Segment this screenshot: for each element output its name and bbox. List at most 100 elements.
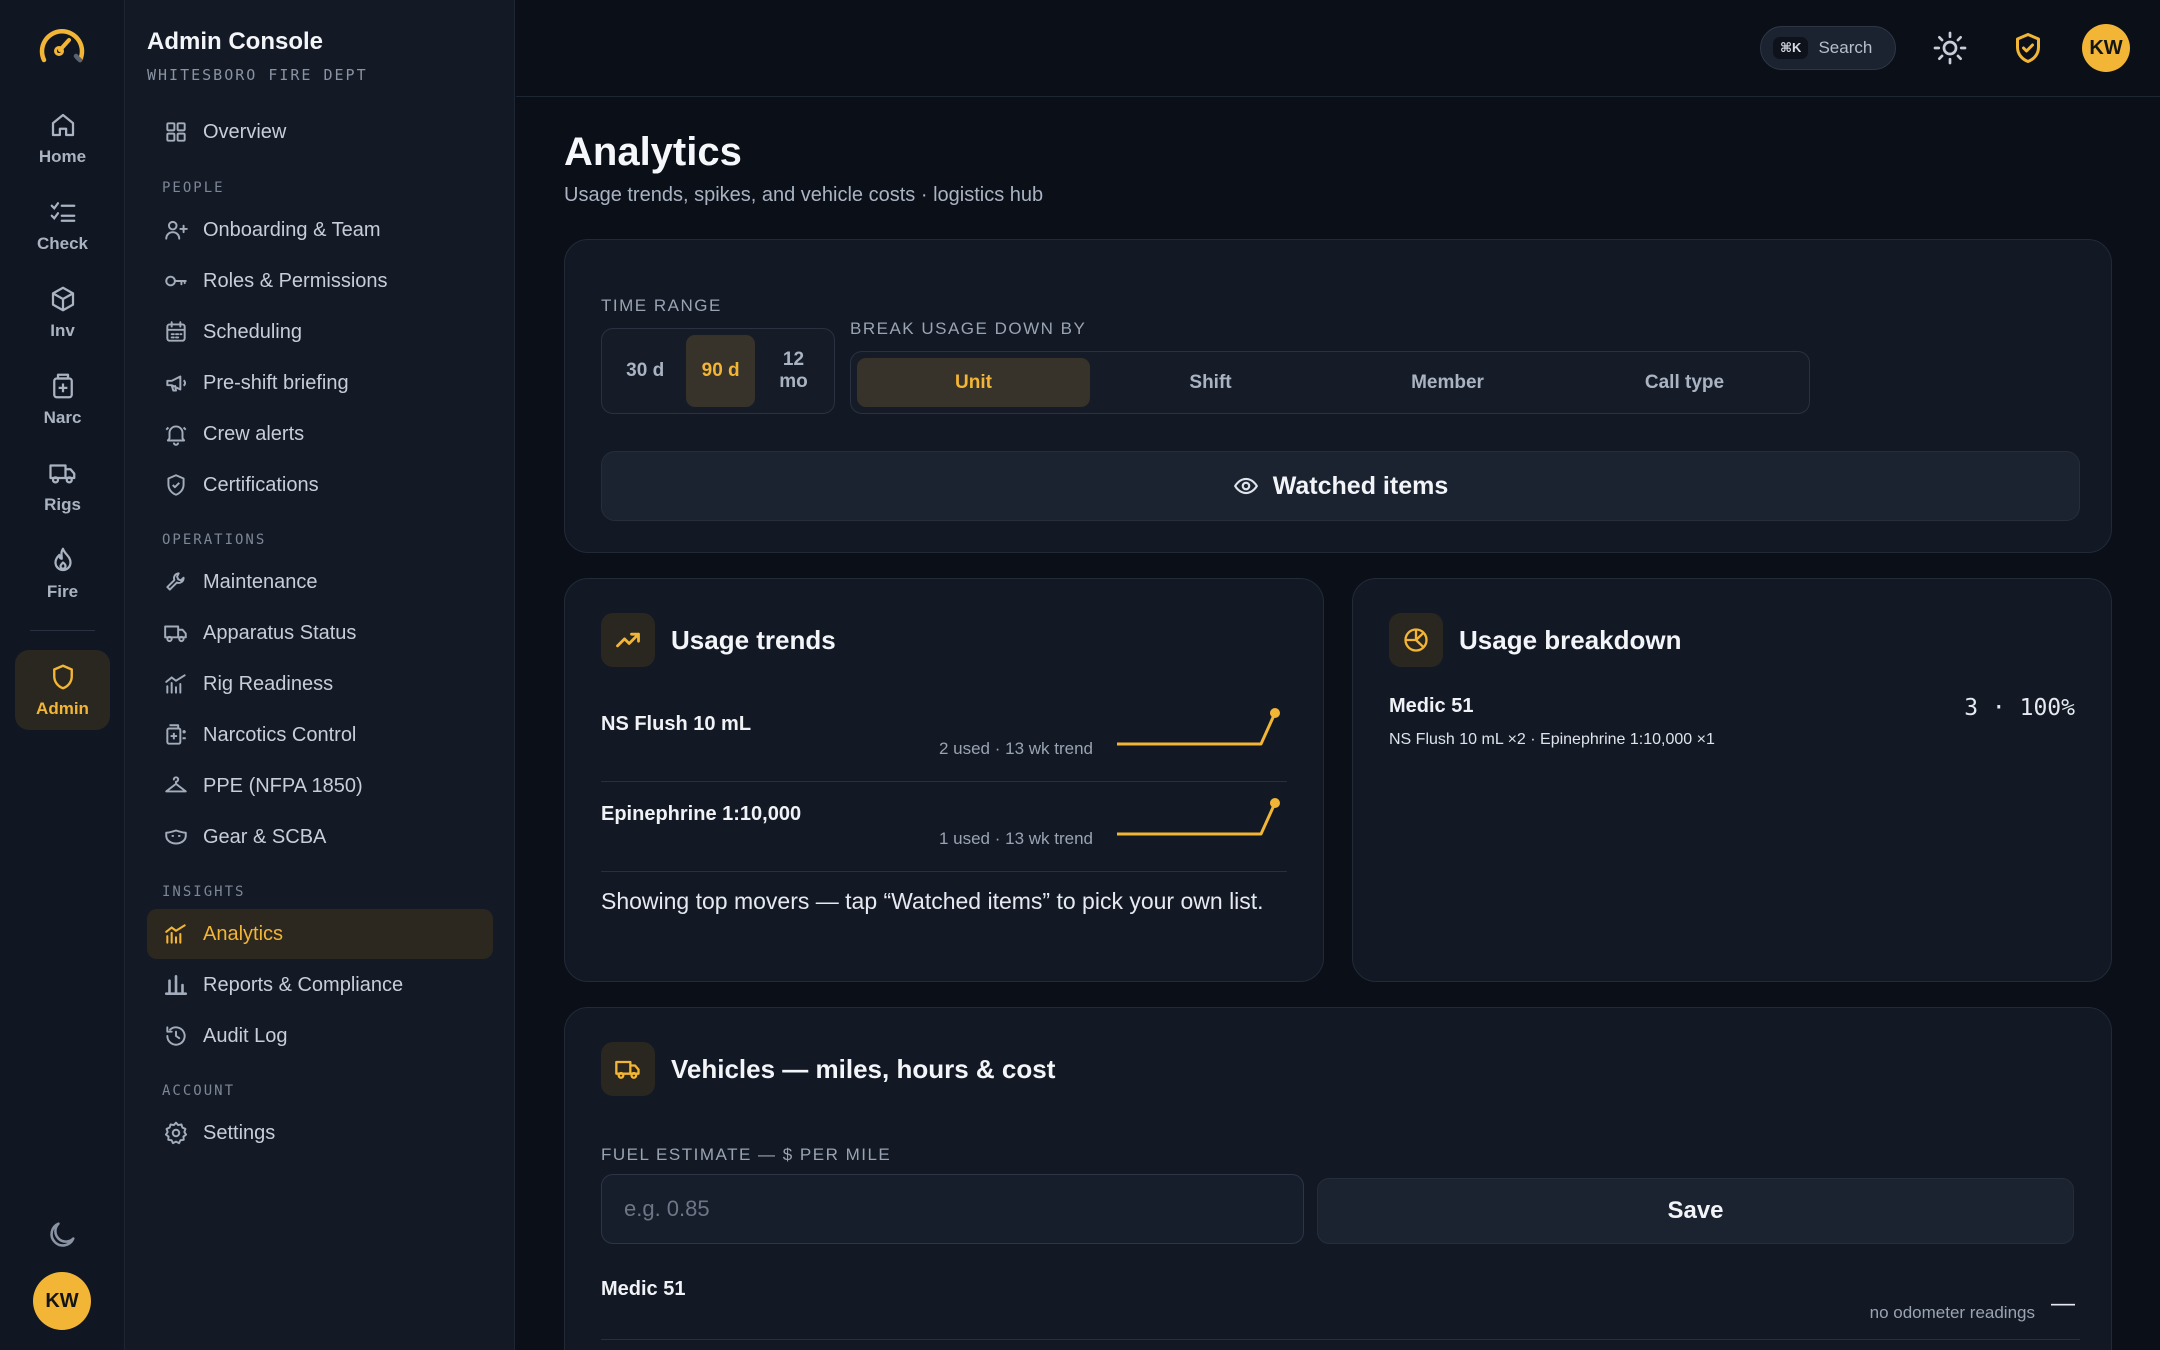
- calendar-icon: [166, 321, 186, 342]
- bar-chart-icon: [164, 975, 188, 995]
- hanger-icon: [165, 776, 187, 793]
- sidebar-item-label: Pre-shift briefing: [203, 371, 349, 394]
- rail-item-narc[interactable]: Narc: [15, 359, 110, 439]
- rail-item-fire[interactable]: Fire: [15, 533, 110, 613]
- key-icon: [165, 275, 187, 287]
- sidebar-item-label: Reports & Compliance: [203, 973, 404, 996]
- avatar[interactable]: KW: [2082, 24, 2130, 72]
- icon-rail: Home Check Inv Narc Rigs Fire Admin KW: [0, 0, 125, 1350]
- usage-breakdown-card: Usage breakdown Medic 51 NS Flush 10 mL …: [1352, 578, 2112, 982]
- save-button[interactable]: Save: [1317, 1178, 2074, 1244]
- sidebar-item-label: PPE (NFPA 1850): [203, 774, 363, 797]
- avatar[interactable]: KW: [33, 1272, 91, 1330]
- top-bar: ⌘K Search KW: [516, 0, 2160, 97]
- sidebar-item-label: Maintenance: [203, 570, 318, 593]
- sidebar-item-preshift[interactable]: Pre-shift briefing: [147, 358, 493, 408]
- rail-label: Admin: [36, 698, 89, 718]
- pharmacy-icon: [166, 724, 186, 745]
- breakdown-unit-name: Medic 51: [1389, 695, 1474, 717]
- trend-item-name: NS Flush 10 mL: [601, 713, 752, 735]
- keyboard-shortcut: ⌘K: [1773, 37, 1809, 59]
- gauge-logo-icon[interactable]: [36, 22, 88, 70]
- sidebar-item-label: Scheduling: [203, 320, 302, 343]
- sidebar-item-onboarding[interactable]: Onboarding & Team: [147, 205, 493, 255]
- usage-trends-title: Usage trends: [671, 624, 836, 655]
- pie-chart-icon: [1389, 613, 1443, 667]
- shield-check-icon: [167, 474, 185, 496]
- sidebar-item-label: Apparatus Status: [203, 621, 357, 644]
- sparkline: [1117, 708, 1280, 746]
- truck-icon: [164, 625, 187, 643]
- usage-trends-note: Showing top movers — tap “Watched items”…: [601, 888, 1264, 914]
- rail-divider: [30, 630, 95, 631]
- sidebar-section-operations: OPERATIONS: [162, 532, 267, 548]
- rail-item-check[interactable]: Check: [15, 185, 110, 265]
- fuel-estimate-field[interactable]: [601, 1174, 1304, 1244]
- sidebar-item-gear-scba[interactable]: Gear & SCBA: [147, 812, 493, 862]
- usage-breakdown-header: Usage breakdown: [1389, 613, 1682, 667]
- search-button[interactable]: ⌘K Search: [1760, 26, 1896, 70]
- sidebar-item-maintenance[interactable]: Maintenance: [147, 557, 493, 607]
- breakdown-unit[interactable]: Unit: [857, 358, 1090, 407]
- trend-row[interactable]: Epinephrine 1:10,000 1 used · 13 wk tren…: [601, 798, 1287, 893]
- wrench-icon: [166, 572, 185, 591]
- vehicle-odometer-note: no odometer readings: [1869, 1303, 2035, 1322]
- fuel-estimate-input[interactable]: [624, 1196, 1303, 1222]
- sidebar-item-overview[interactable]: Overview: [147, 107, 493, 157]
- sidebar-item-label: Analytics: [203, 922, 284, 945]
- breakdown-member[interactable]: Member: [1331, 358, 1564, 407]
- sidebar-section-people: PEOPLE: [162, 180, 225, 196]
- divider: [601, 1339, 2080, 1340]
- divider: [601, 781, 1287, 782]
- history-icon: [166, 1026, 186, 1046]
- chart-line-icon: [165, 924, 186, 944]
- sidebar-item-ppe[interactable]: PPE (NFPA 1850): [147, 761, 493, 811]
- divider: [601, 871, 1287, 872]
- sun-icon[interactable]: [1932, 30, 1968, 66]
- box-icon: [51, 286, 74, 311]
- home-icon: [51, 113, 74, 136]
- sidebar-item-label: Narcotics Control: [203, 723, 357, 746]
- sidebar-item-audit-log[interactable]: Audit Log: [147, 1011, 493, 1061]
- trend-row[interactable]: NS Flush 10 mL 2 used · 13 wk trend: [601, 708, 1287, 803]
- sidebar-item-rig-readiness[interactable]: Rig Readiness: [147, 659, 493, 709]
- breakdown-label: BREAK USAGE DOWN BY: [850, 319, 1087, 338]
- time-range-90d[interactable]: 90 d: [686, 335, 755, 407]
- rail-label: Fire: [46, 581, 79, 601]
- sidebar-item-reports[interactable]: Reports & Compliance: [147, 960, 493, 1010]
- rail-item-rigs[interactable]: Rigs: [15, 446, 110, 526]
- sidebar-item-label: Onboarding & Team: [203, 218, 381, 241]
- sidebar-item-label: Roles & Permissions: [203, 269, 388, 292]
- sidebar-section-account: ACCOUNT: [162, 1083, 236, 1099]
- sidebar-item-settings[interactable]: Settings: [147, 1108, 493, 1158]
- sparkline: [1117, 798, 1280, 836]
- sidebar-item-scheduling[interactable]: Scheduling: [147, 307, 493, 357]
- vehicle-cost-value: —: [2051, 1290, 2075, 1317]
- sidebar-item-label: Settings: [203, 1121, 276, 1144]
- sidebar-item-crew-alerts[interactable]: Crew alerts: [147, 409, 493, 459]
- sidebar-item-roles[interactable]: Roles & Permissions: [147, 256, 493, 306]
- sidebar-item-narcotics[interactable]: Narcotics Control: [147, 710, 493, 760]
- filters-card: TIME RANGE 30 d 90 d 12 mo BREAK USAGE D…: [564, 239, 2112, 553]
- bell-icon: [165, 425, 187, 446]
- sidebar-item-analytics[interactable]: Analytics: [147, 909, 493, 959]
- rail-item-admin[interactable]: Admin: [15, 650, 110, 730]
- moon-icon[interactable]: [45, 1218, 79, 1252]
- time-range-12mo[interactable]: 12 mo: [759, 335, 828, 407]
- time-range-30d[interactable]: 30 d: [608, 335, 682, 407]
- sidebar-item-certifications[interactable]: Certifications: [147, 460, 493, 510]
- watched-items-button[interactable]: Watched items: [601, 451, 2080, 521]
- usage-trends-header: Usage trends: [601, 613, 836, 667]
- sidebar-item-apparatus-status[interactable]: Apparatus Status: [147, 608, 493, 658]
- breakdown-shift[interactable]: Shift: [1094, 358, 1327, 407]
- rail-item-inv[interactable]: Inv: [15, 272, 110, 352]
- admin-sidebar: Admin Console WHITESBORO FIRE DEPT Overv…: [125, 0, 515, 1350]
- sidebar-item-label: Certifications: [203, 473, 319, 496]
- trend-item-name: Epinephrine 1:10,000: [601, 803, 802, 825]
- rail-item-home[interactable]: Home: [15, 98, 110, 178]
- shield-check-icon[interactable]: [2010, 30, 2046, 66]
- chart-line-icon: [165, 674, 186, 694]
- sidebar-item-label: Audit Log: [203, 1024, 288, 1047]
- usage-breakdown-title: Usage breakdown: [1459, 624, 1682, 655]
- breakdown-call-type[interactable]: Call type: [1568, 358, 1801, 407]
